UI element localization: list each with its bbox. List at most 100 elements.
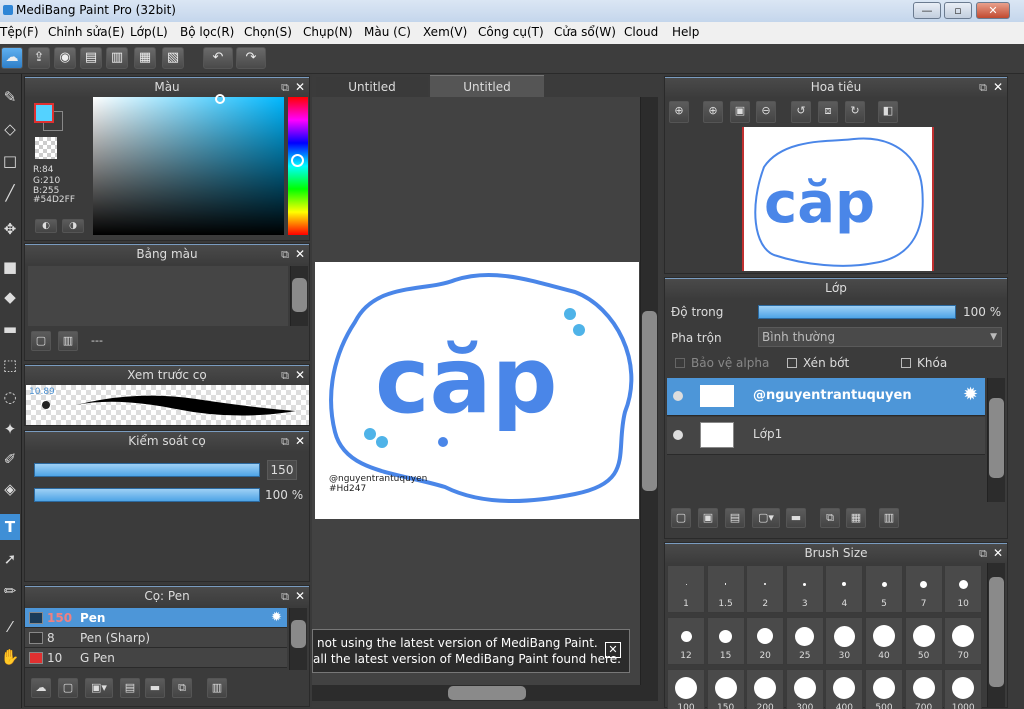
- brush-size-cell[interactable]: 150: [706, 669, 745, 709]
- popout-icon[interactable]: ⧉: [281, 366, 289, 385]
- menu-select[interactable]: Chọn(S): [244, 25, 292, 39]
- close-icon[interactable]: ✕: [295, 432, 305, 451]
- fit-window-icon[interactable]: ▣: [730, 101, 750, 123]
- navigator-preview[interactable]: căp: [742, 127, 934, 271]
- brush-size-cell[interactable]: 5: [865, 565, 903, 613]
- protect-alpha-checkbox[interactable]: [675, 358, 685, 368]
- duplicate-brush-button[interactable]: ⧉: [172, 678, 192, 698]
- upload-icon[interactable]: ⇪: [28, 47, 50, 69]
- gradient-tool-icon[interactable]: ▬: [0, 316, 20, 342]
- popout-icon[interactable]: ⧉: [979, 78, 987, 97]
- brush-size-cell[interactable]: 70: [944, 617, 983, 665]
- menu-help[interactable]: Help: [672, 25, 699, 39]
- clipping-checkbox[interactable]: [787, 358, 797, 368]
- close-icon[interactable]: ✕: [295, 78, 305, 97]
- brush-tool-icon[interactable]: ✎: [0, 84, 20, 110]
- line-tool-icon[interactable]: ╱: [0, 180, 20, 206]
- rotate-left-icon[interactable]: ↺: [791, 101, 811, 123]
- brush-size-cell[interactable]: 200: [746, 669, 785, 709]
- brush-size-cell[interactable]: 1: [667, 565, 705, 613]
- delete-brush-button[interactable]: ▥: [207, 678, 227, 698]
- brush-size-cell[interactable]: 10: [944, 565, 983, 613]
- brush-size-cell[interactable]: 30: [825, 617, 864, 665]
- blend-mode-select[interactable]: Bình thường ▼: [758, 327, 1002, 347]
- close-icon[interactable]: ✕: [295, 587, 305, 606]
- popout-icon[interactable]: ⧉: [281, 245, 289, 264]
- brush-item-g-pen[interactable]: 10 G Pen: [25, 648, 287, 668]
- popout-icon[interactable]: ⧉: [281, 587, 289, 606]
- speech-bubble-icon[interactable]: ◉: [54, 47, 76, 69]
- palette-scrollbar[interactable]: [290, 266, 308, 326]
- menu-window[interactable]: Cửa sổ(W): [554, 25, 616, 39]
- cloud-brush-button[interactable]: ☁: [31, 678, 51, 698]
- comment-icon[interactable]: ▤: [80, 47, 102, 69]
- brush-size-cell[interactable]: 15: [706, 617, 745, 665]
- brush-size-cell[interactable]: 7: [904, 565, 943, 613]
- new-1bit-layer-button[interactable]: ▤: [725, 508, 745, 528]
- hand-tool-icon[interactable]: ✋: [0, 644, 20, 670]
- canvas-document[interactable]: căp @nguyentrantuquyen #Hd247: [315, 262, 639, 519]
- divide-tool-icon[interactable]: ✏: [0, 578, 20, 604]
- zoom-in-icon[interactable]: ⊕: [703, 101, 723, 123]
- page-icon[interactable]: ▥: [106, 47, 128, 69]
- transparent-color-swatch[interactable]: [35, 137, 57, 159]
- brush-folder-button[interactable]: ▬: [145, 678, 165, 698]
- close-icon[interactable]: ✕: [993, 78, 1003, 97]
- text-tool-icon[interactable]: T: [0, 514, 20, 540]
- brush-size-cell[interactable]: 4: [825, 565, 864, 613]
- layer-scrollbar[interactable]: [987, 378, 1005, 502]
- operation-tool-icon[interactable]: ➚: [0, 546, 20, 572]
- canvas-vertical-scrollbar[interactable]: [640, 97, 658, 685]
- layer-row-text[interactable]: @nguyentrantuquyen ✹: [667, 378, 985, 416]
- brush-size-cell[interactable]: 12: [667, 617, 705, 665]
- sv-picker-cursor[interactable]: [215, 94, 225, 104]
- menu-edit[interactable]: Chỉnh sửa(E): [48, 25, 125, 39]
- magic-wand-tool-icon[interactable]: ✦: [0, 416, 20, 442]
- brush-size-cell[interactable]: 1000: [944, 669, 983, 709]
- visibility-toggle[interactable]: [673, 391, 683, 401]
- rectangle-tool-icon[interactable]: □: [0, 148, 20, 174]
- update-notice-line2[interactable]: all the latest version of MediBang Paint…: [313, 652, 621, 666]
- delete-palette-button[interactable]: ▥: [58, 331, 78, 351]
- zoom-out-icon[interactable]: ⊖: [756, 101, 776, 123]
- scrollbar-thumb[interactable]: [989, 577, 1004, 687]
- new-halftone-layer-button[interactable]: ▣: [698, 508, 718, 528]
- brush-opacity-slider[interactable]: [34, 488, 260, 502]
- eraser-tool-icon[interactable]: ◇: [0, 116, 20, 142]
- update-notice[interactable]: not using the latest version of MediBang…: [312, 629, 630, 673]
- scrollbar-thumb[interactable]: [448, 686, 526, 700]
- visibility-toggle[interactable]: [673, 430, 683, 440]
- brush-size-cell[interactable]: 1.5: [706, 565, 745, 613]
- menu-filter[interactable]: Bộ lọc(R): [180, 25, 234, 39]
- scrollbar-thumb[interactable]: [291, 620, 306, 648]
- brush-size-cell[interactable]: 25: [785, 617, 824, 665]
- move-tool-icon[interactable]: ✥: [0, 216, 20, 242]
- add-brush-button[interactable]: ▣▾: [85, 678, 113, 698]
- bucket-tool-icon[interactable]: ◆: [0, 284, 20, 310]
- maximize-button[interactable]: ▫: [944, 2, 972, 19]
- brush-size-cell[interactable]: 700: [904, 669, 943, 709]
- new-brush-button[interactable]: ▢: [58, 678, 78, 698]
- menu-cloud[interactable]: Cloud: [624, 25, 658, 39]
- minimize-button[interactable]: —: [913, 2, 941, 19]
- brush-size-value[interactable]: 150: [267, 460, 297, 480]
- close-icon[interactable]: ✕: [295, 366, 305, 385]
- scrollbar-thumb[interactable]: [642, 311, 657, 491]
- brush-size-scrollbar[interactable]: [987, 563, 1005, 707]
- delete-layer-button[interactable]: ▥: [879, 508, 899, 528]
- add-layer-menu-button[interactable]: ▢▾: [752, 508, 780, 528]
- brush-size-cell[interactable]: 2: [746, 565, 785, 613]
- brush-settings-button[interactable]: ▤: [120, 678, 140, 698]
- canvas-horizontal-scrollbar[interactable]: [312, 685, 658, 701]
- close-notice-button[interactable]: ✕: [605, 642, 621, 658]
- brush-size-cell[interactable]: 100: [667, 669, 705, 709]
- new-layer-button[interactable]: ▢: [671, 508, 691, 528]
- foreground-color-swatch[interactable]: [34, 103, 54, 123]
- undo-icon[interactable]: ↶: [203, 47, 233, 69]
- lock-checkbox[interactable]: [901, 358, 911, 368]
- brush-size-cell[interactable]: 500: [865, 669, 903, 709]
- brush-size-cell[interactable]: 50: [904, 617, 943, 665]
- fit-canvas-icon[interactable]: ⧈: [818, 101, 838, 123]
- zoom-fit-icon[interactable]: ⊕: [669, 101, 689, 123]
- brush-size-cell[interactable]: 3: [785, 565, 824, 613]
